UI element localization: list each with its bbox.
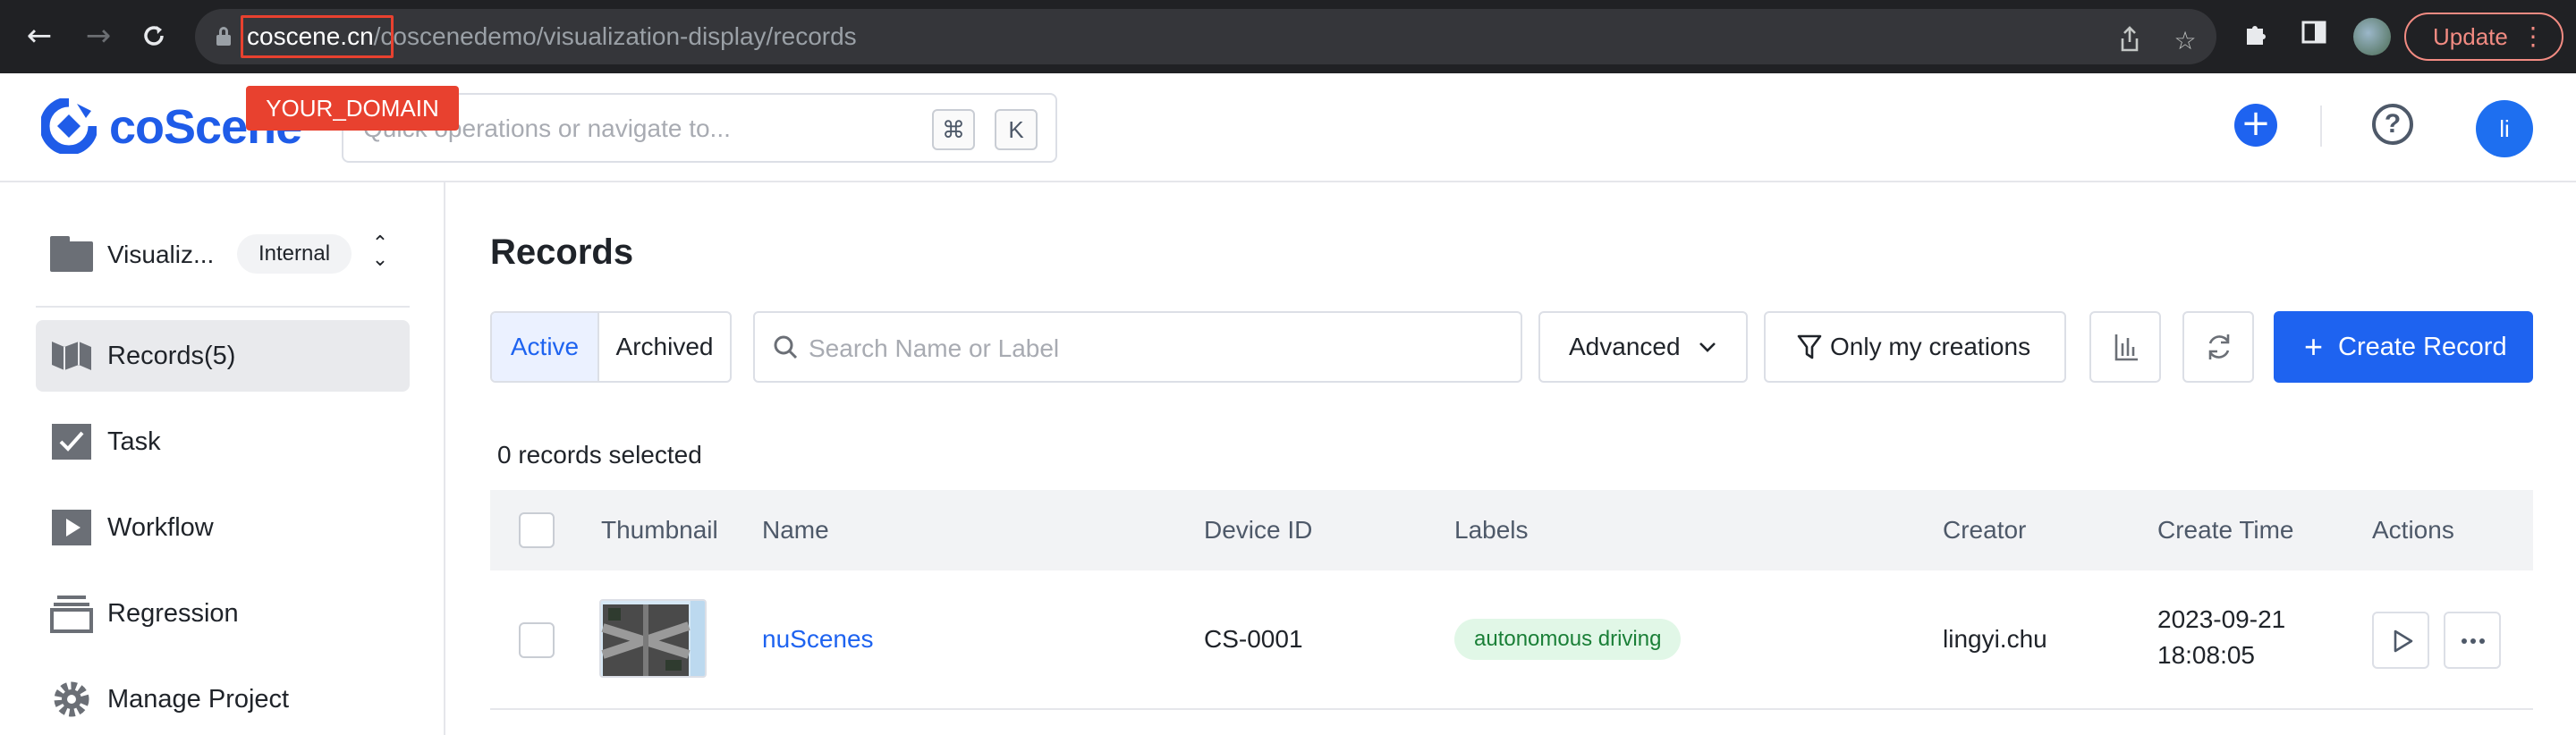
user-avatar[interactable]: li xyxy=(2476,100,2533,157)
back-icon[interactable]: ← xyxy=(21,18,57,54)
sidebar-item-workflow[interactable]: Workflow xyxy=(36,492,410,563)
record-label-tag[interactable]: autonomous driving xyxy=(1454,619,1682,660)
create-record-button[interactable]: + Create Record xyxy=(2274,311,2533,383)
column-actions: Actions xyxy=(2372,516,2454,544)
bar-chart-icon xyxy=(2113,313,2140,407)
sidebar: Visualiz... Internal ⌃ ⌄ Records(5) Task … xyxy=(0,182,445,735)
select-all-checkbox[interactable] xyxy=(519,512,555,548)
advanced-filter-button[interactable]: Advanced xyxy=(1538,311,1748,383)
tab-archived[interactable]: Archived xyxy=(599,313,730,381)
project-switcher[interactable]: Visualiz... Internal ⌃ ⌄ xyxy=(36,227,411,290)
search-placeholder: Search Name or Label xyxy=(809,334,1060,362)
project-name: Visualiz... xyxy=(107,241,215,268)
reload-icon[interactable] xyxy=(136,18,172,54)
update-button[interactable]: Update ⋮ xyxy=(2404,13,2563,61)
kbd-cmd: ⌘ xyxy=(932,109,975,150)
gear-icon xyxy=(50,680,93,719)
header-divider xyxy=(2320,106,2322,147)
sidebar-item-regression[interactable]: Regression xyxy=(36,578,410,649)
selected-count: 0 records selected xyxy=(497,441,702,469)
sidebar-item-records[interactable]: Records(5) xyxy=(36,320,410,392)
help-icon[interactable]: ? xyxy=(2372,104,2413,145)
create-record-label: Create Record xyxy=(2338,333,2507,361)
sidebar-item-label: Workflow xyxy=(107,513,214,542)
chevron-down-icon xyxy=(1698,313,1717,407)
record-create-date: 2023-09-21 xyxy=(2157,605,2286,633)
column-name[interactable]: Name xyxy=(762,515,829,545)
only-my-creations-button[interactable]: Only my creations xyxy=(1764,311,2066,383)
column-creator: Creator xyxy=(1943,516,2027,544)
plus-icon: + xyxy=(2304,328,2324,365)
filter-icon xyxy=(1796,313,1823,407)
column-device-id: Device ID xyxy=(1204,516,1313,544)
coscene-logo-icon[interactable] xyxy=(39,97,98,156)
bookmark-star-icon[interactable]: ☆ xyxy=(2170,26,2200,56)
play-icon xyxy=(2390,628,2415,659)
regression-icon xyxy=(50,594,93,633)
record-create-time: 18:08:05 xyxy=(2157,641,2255,669)
refresh-button[interactable] xyxy=(2182,311,2254,383)
address-bar[interactable]: coscene.cn/coscenedemo/visualization-dis… xyxy=(195,9,2216,64)
only-my-creations-label: Only my creations xyxy=(1830,333,2031,360)
record-creator: lingyi.chu xyxy=(1943,625,2047,653)
lock-icon xyxy=(216,27,231,46)
sidebar-item-label: Records(5) xyxy=(107,342,236,370)
domain-annotation-tag: YOUR_DOMAIN xyxy=(246,86,459,131)
record-thumbnail[interactable] xyxy=(599,599,707,678)
url-path: /coscenedemo/visualization-display/recor… xyxy=(373,22,857,50)
statistics-button[interactable] xyxy=(2089,311,2161,383)
play-record-button[interactable] xyxy=(2372,612,2429,669)
task-icon xyxy=(50,422,93,461)
project-visibility-badge: Internal xyxy=(237,234,352,274)
table-row[interactable]: nuScenes CS-0001 autonomous driving ling… xyxy=(490,570,2533,710)
kbd-k: K xyxy=(995,109,1038,150)
more-actions-button[interactable] xyxy=(2444,612,2501,669)
domain-highlight-box xyxy=(241,15,394,58)
more-horizontal-icon xyxy=(2460,628,2487,659)
side-panel-icon[interactable] xyxy=(2297,20,2331,54)
tab-active[interactable]: Active xyxy=(492,313,599,381)
add-icon[interactable]: + xyxy=(2234,104,2277,147)
column-create-time[interactable]: Create Time xyxy=(2157,515,2294,545)
update-label: Update xyxy=(2433,23,2508,50)
sidebar-item-label: Task xyxy=(107,427,161,456)
advanced-label: Advanced xyxy=(1569,333,1681,360)
folder-icon xyxy=(50,236,93,272)
share-icon[interactable] xyxy=(2114,26,2145,56)
sidebar-item-label: Manage Project xyxy=(107,685,290,714)
sidebar-item-manage-project[interactable]: Manage Project xyxy=(36,663,410,735)
record-name-link[interactable]: nuScenes xyxy=(762,624,874,655)
records-icon xyxy=(50,336,93,376)
column-thumbnail: Thumbnail xyxy=(601,516,718,544)
search-icon xyxy=(773,334,798,359)
workflow-icon xyxy=(50,508,93,547)
sidebar-item-task[interactable]: Task xyxy=(36,406,410,477)
sidebar-divider xyxy=(36,306,410,308)
page-title: Records xyxy=(490,232,634,272)
forward-icon[interactable]: → xyxy=(80,18,116,54)
search-input[interactable]: Search Name or Label xyxy=(753,311,1522,383)
row-checkbox[interactable] xyxy=(519,622,555,658)
refresh-icon xyxy=(2204,313,2234,407)
profile-avatar[interactable] xyxy=(2353,18,2391,55)
column-labels: Labels xyxy=(1454,516,1529,544)
more-vert-icon: ⋮ xyxy=(2521,22,2546,50)
sidebar-item-label: Regression xyxy=(107,599,239,628)
chevron-updown-icon[interactable]: ⌃ ⌄ xyxy=(367,234,394,272)
record-status-tabs: Active Archived xyxy=(490,311,732,383)
extensions-icon[interactable] xyxy=(2240,20,2274,54)
table-header: Thumbnail Name Device ID Labels Creator … xyxy=(490,490,2533,570)
record-device-id: CS-0001 xyxy=(1204,625,1303,653)
